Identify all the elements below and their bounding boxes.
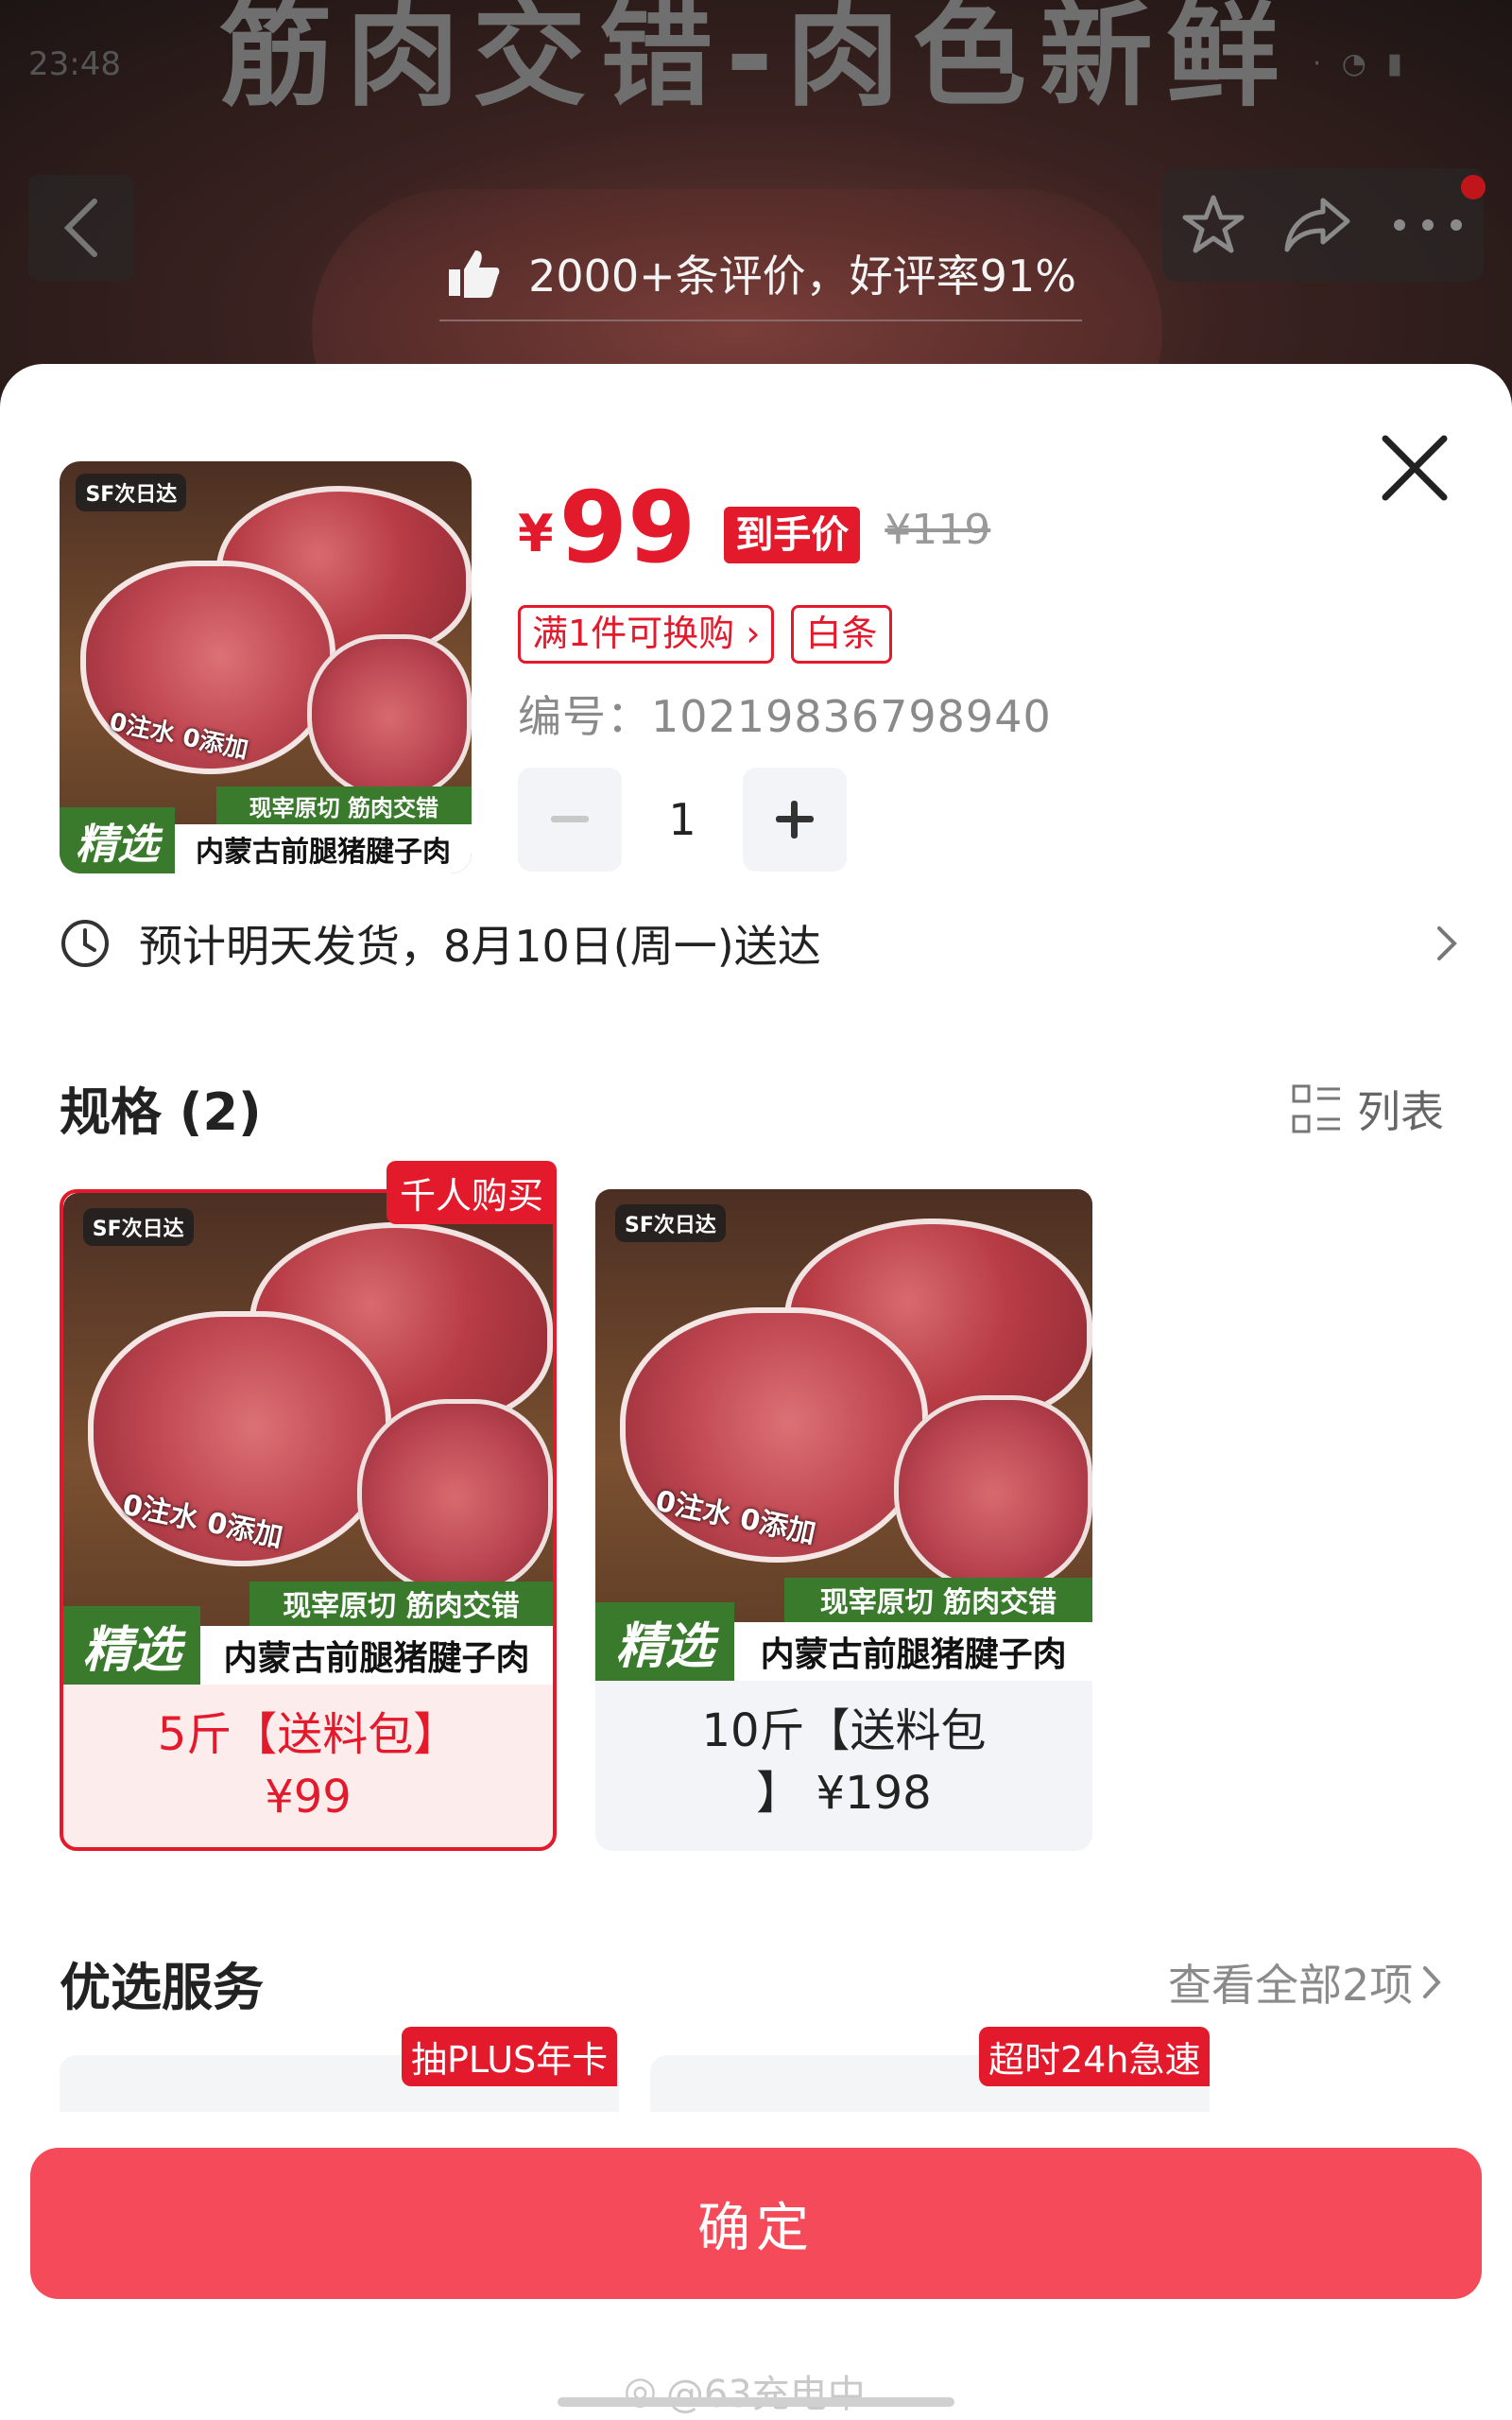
quantity-stepper: 1 [518,768,847,872]
image-green-caption: 现宰原切 筋肉交错 [215,786,472,824]
notification-dot [1461,175,1486,199]
price-value: 99 [558,470,696,585]
home-indicator[interactable] [558,2397,954,2407]
thumbs-up-icon [449,251,500,298]
clock-icon [61,920,109,967]
spec-title: 规格 (2) [60,1082,262,1142]
sf-logo: SF次日达 [76,474,187,512]
chevron-right-icon [1437,926,1457,960]
image-name-caption: 内蒙古前腿猪腱子肉 [734,1621,1092,1681]
spec-option-label: 10斤【送料包 】 ¥198 [595,1700,1092,1824]
image-name-caption: 内蒙古前腿猪腱子肉 [175,823,472,873]
shipping-text: 预计明天发货，8月10日(周一)送达 [139,921,821,972]
list-toggle-label: 列表 [1357,1086,1444,1137]
watermark-text: @63充电中 [665,2373,866,2416]
spec-option-name: 10斤【送料包 [701,1704,987,1757]
quantity-value[interactable]: 1 [622,794,743,845]
chevron-right-icon: › [746,613,761,654]
minus-icon [551,816,589,822]
image-badge: 精选 [60,807,176,873]
promo-exchange-label: 满1件可换购 [532,613,735,654]
product-thumbnail: SF次日达 0注水 0添加 现宰原切 筋肉交错 精选 内蒙古前腿猪腱子肉 [60,461,472,873]
review-summary[interactable]: 2000+条评价，好评率91% [439,227,1082,321]
sku-label: 编号： [518,691,651,742]
chevron-right-icon [1423,1966,1442,1998]
more-icon[interactable] [1390,216,1466,234]
spec-option-label: 5斤【送料包】 ¥99 [63,1703,553,1828]
confirm-button[interactable]: 确定 [30,2148,1482,2299]
list-view-toggle[interactable]: 列表 [1291,1078,1444,1140]
watermark: ◎ @63充电中 [624,2363,866,2418]
price-row: ¥ 99 到手价 ¥119 [518,473,990,577]
review-summary-text: 2000+条评价，好评率91% [528,251,1076,302]
currency-symbol: ¥ [518,504,554,563]
spec-option-image: SF次日达 0注水 0添加 现宰原切 筋肉交错 精选 内蒙古前腿猪腱子肉 [595,1189,1092,1681]
spec-option-price: 】 ¥198 [756,1767,932,1820]
spec-option-price: ¥99 [265,1771,352,1824]
sku-number: 编号：10219836798940 [518,683,1052,745]
background-product-page: 筋肉交错-肉色新鲜 23:48 ⋅ ◔ ▮ 2000+条评价，好评率91% [0,0,1512,397]
close-button[interactable] [1372,425,1457,510]
sku-value: 10219836798940 [651,691,1052,742]
status-bar-time: 23:48 [28,45,121,83]
service-badge-plus: 抽PLUS年卡 [402,2027,618,2086]
services-view-all-label: 查看全部2项 [1168,1960,1414,2011]
top-action-group [1162,168,1484,282]
background-banner-text: 筋肉交错-肉色新鲜 [219,0,1293,122]
promo-baitiao[interactable]: 白条 [791,605,892,664]
price-tag: 到手价 [724,507,861,563]
back-button[interactable] [28,175,134,281]
hot-sale-badge: 千人购买 [386,1161,557,1224]
chevron-left-icon [63,199,97,257]
image-green-caption: 现宰原切 筋肉交错 [249,1581,553,1626]
promo-exchange[interactable]: 满1件可换购 › [518,605,775,664]
decrease-button[interactable] [518,768,622,872]
plus-icon [776,801,814,838]
sf-logo: SF次日达 [615,1203,726,1242]
image-name-caption: 内蒙古前腿猪腱子肉 [200,1625,553,1685]
image-green-caption: 现宰原切 筋肉交错 [783,1577,1092,1622]
star-icon[interactable] [1180,192,1246,258]
spec-option-10jin[interactable]: SF次日达 0注水 0添加 现宰原切 筋肉交错 精选 内蒙古前腿猪腱子肉 10斤… [595,1189,1092,1851]
sf-logo: SF次日达 [82,1207,194,1246]
spec-option-image: SF次日达 0注水 0添加 现宰原切 筋肉交错 精选 内蒙古前腿猪腱子肉 [63,1193,553,1685]
increase-button[interactable] [743,768,847,872]
spec-option-name: 5斤【送料包】 [157,1708,459,1761]
services-title: 优选服务 [60,1958,264,2017]
service-badge-express: 超时24h急速 [979,2027,1211,2086]
image-badge: 精选 [595,1601,735,1681]
spec-option-5jin[interactable]: SF次日达 0注水 0添加 现宰原切 筋肉交错 精选 内蒙古前腿猪腱子肉 5斤【… [60,1161,557,1851]
close-icon [1382,435,1448,501]
list-icon [1292,1084,1340,1133]
promo-row: 满1件可换购 › 白条 [518,605,892,664]
original-price: ¥119 [885,506,991,554]
image-badge: 精选 [63,1605,201,1685]
services-view-all[interactable]: 查看全部2项 [1168,1951,1442,2014]
status-bar-icons: ⋅ ◔ ▮ [1312,47,1408,80]
shipping-row[interactable]: 预计明天发货，8月10日(周一)送达 [60,909,1458,977]
share-icon[interactable] [1283,195,1353,255]
